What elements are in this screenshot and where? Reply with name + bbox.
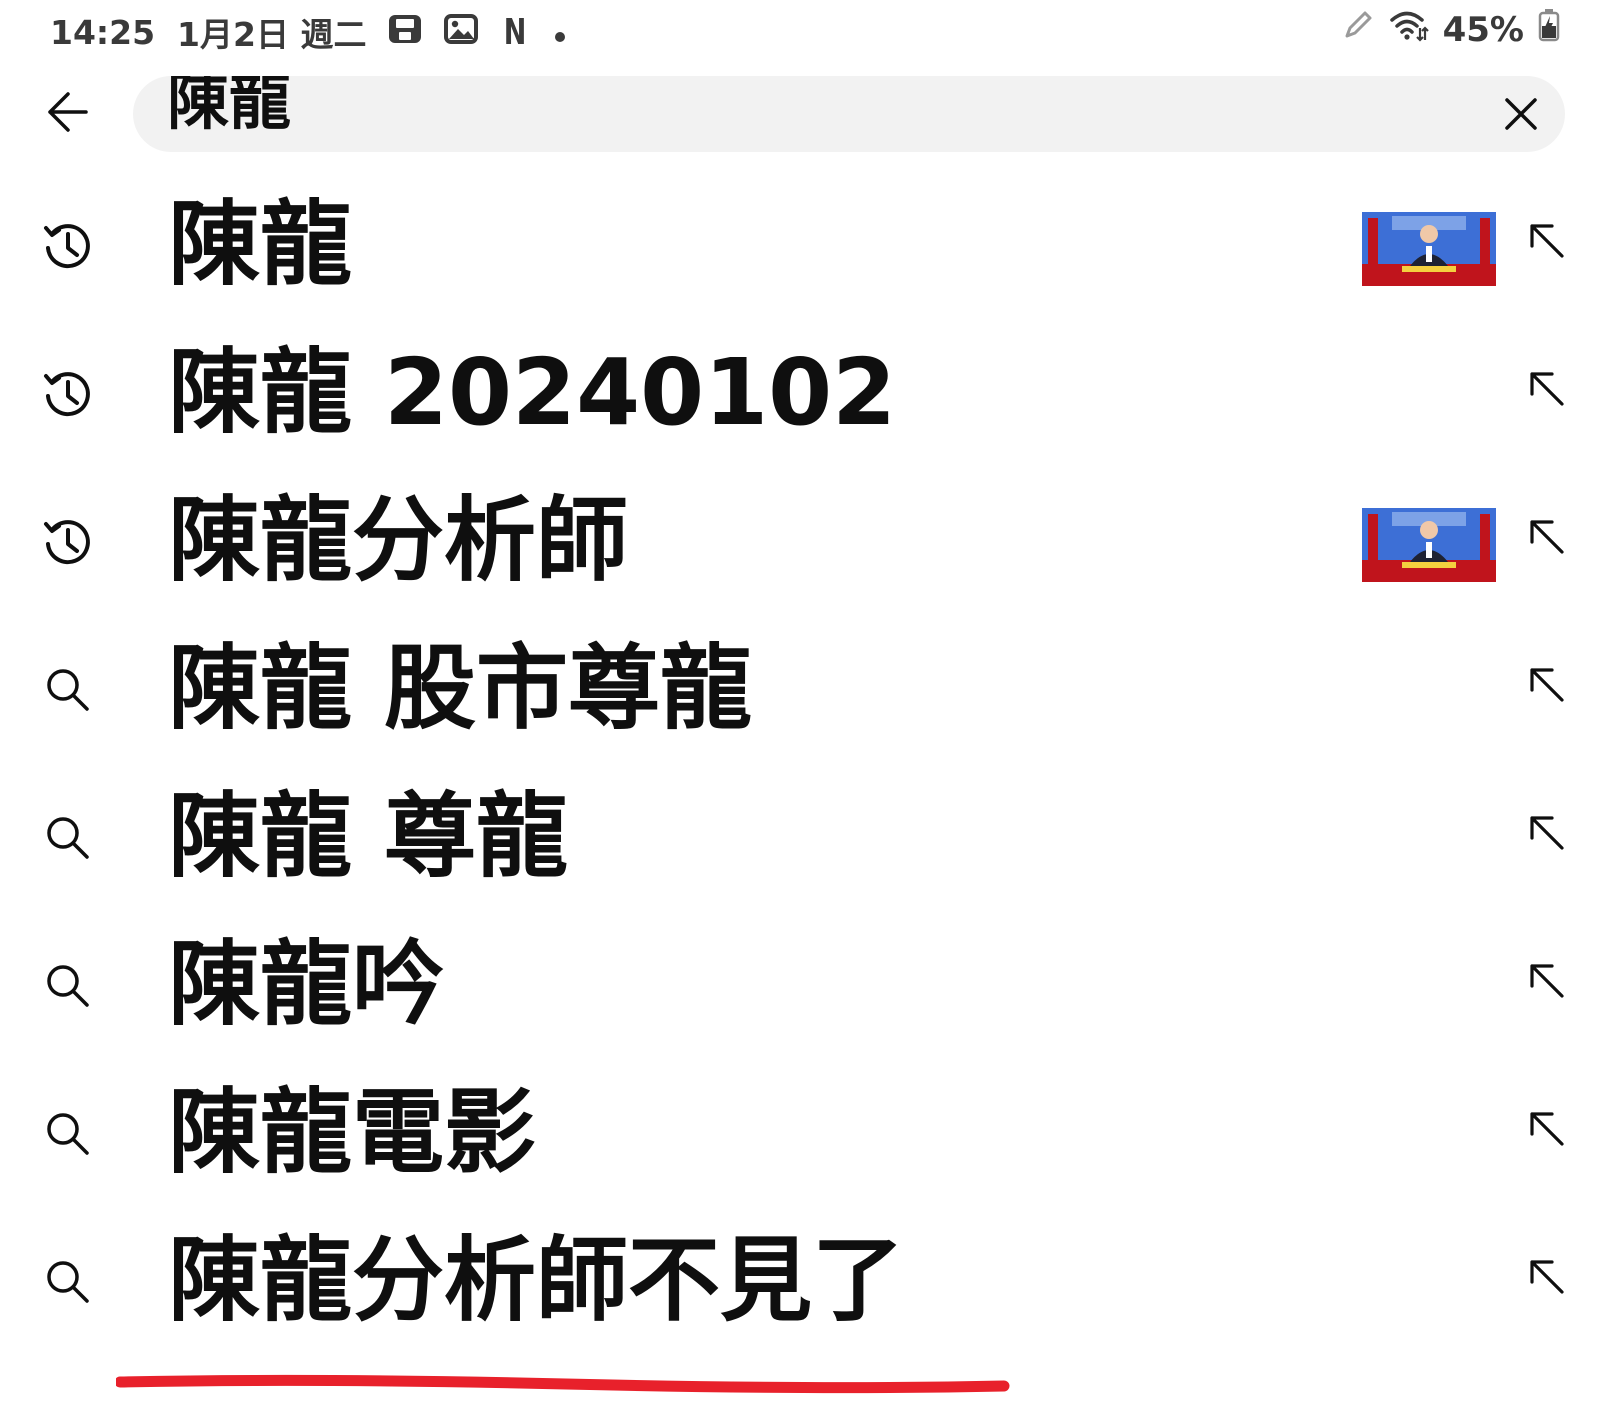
suggestion-row[interactable]: 陳龍分析師 (0, 466, 1600, 614)
suggestion-row[interactable]: 陳龍 尊龍 (0, 762, 1600, 910)
arrow-up-left-icon (1524, 224, 1568, 266)
suggestion-row[interactable]: 陳龍吟 (0, 910, 1600, 1058)
search-icon (40, 662, 96, 718)
search-icon (40, 1106, 96, 1162)
suggestion-row[interactable]: 陳龍電影 (0, 1058, 1600, 1206)
suggestion-text: 陳龍 (168, 191, 353, 298)
suggestion-text: 陳龍 尊龍 (168, 783, 569, 890)
history-icon (40, 218, 96, 274)
arrow-up-left-icon (1524, 964, 1568, 1006)
suggestion-row[interactable]: 陳龍 20240102 (0, 318, 1600, 466)
battery-percent: 45% (1442, 9, 1524, 50)
fill-query-button[interactable] (1524, 1106, 1568, 1150)
arrow-up-left-icon (1524, 520, 1568, 562)
video-thumbnail[interactable] (1362, 508, 1496, 582)
image-icon (444, 13, 479, 52)
suggestion-text: 陳龍吟 (168, 931, 445, 1038)
fill-query-button[interactable] (1524, 810, 1568, 854)
battery-icon (1538, 8, 1560, 51)
search-input[interactable]: 陳龍 (133, 76, 1565, 152)
suggestion-row[interactable]: 陳龍 (0, 170, 1600, 318)
fill-query-button[interactable] (1524, 1254, 1568, 1298)
save-icon (388, 13, 422, 52)
fill-query-button[interactable] (1524, 218, 1568, 262)
search-icon (40, 1254, 96, 1310)
arrow-up-left-icon (1524, 372, 1568, 414)
suggestion-row[interactable]: 陳龍分析師不見了 (0, 1206, 1600, 1354)
arrow-up-left-icon (1524, 1112, 1568, 1154)
history-icon (40, 514, 96, 570)
suggestion-text: 陳龍 股市尊龍 (168, 635, 753, 742)
search-icon (40, 810, 96, 866)
netflix-n-icon: N (504, 11, 527, 53)
back-button[interactable] (38, 82, 98, 142)
search-query: 陳龍 (167, 76, 292, 138)
red-underline-annotation (116, 1374, 1010, 1394)
status-time: 14:25 (50, 12, 156, 52)
search-bar-row: 陳龍 (0, 72, 1600, 156)
suggestion-text: 陳龍電影 (168, 1079, 537, 1186)
arrow-up-left-icon (1524, 816, 1568, 858)
suggestion-row[interactable]: 陳龍 股市尊龍 (0, 614, 1600, 762)
arrow-up-left-icon (1524, 1260, 1568, 1302)
wifi-icon (1389, 8, 1429, 51)
search-icon (40, 958, 96, 1014)
status-bar: 14:25 1月2日 週二 N 45% (0, 0, 1600, 60)
clear-search-button[interactable] (1499, 92, 1543, 136)
status-date: 1月2日 週二 (177, 15, 367, 54)
pen-icon (1341, 8, 1375, 51)
close-icon (1505, 98, 1537, 130)
suggestion-text: 陳龍 20240102 (168, 339, 897, 446)
fill-query-button[interactable] (1524, 958, 1568, 1002)
suggestion-text: 陳龍分析師不見了 (168, 1227, 905, 1334)
dot-icon (553, 13, 567, 52)
video-thumbnail[interactable] (1362, 212, 1496, 286)
fill-query-button[interactable] (1524, 366, 1568, 410)
arrow-up-left-icon (1524, 668, 1568, 710)
arrow-left-icon (48, 92, 88, 132)
history-icon (40, 366, 96, 422)
fill-query-button[interactable] (1524, 514, 1568, 558)
fill-query-button[interactable] (1524, 662, 1568, 706)
suggestion-text: 陳龍分析師 (168, 487, 629, 594)
